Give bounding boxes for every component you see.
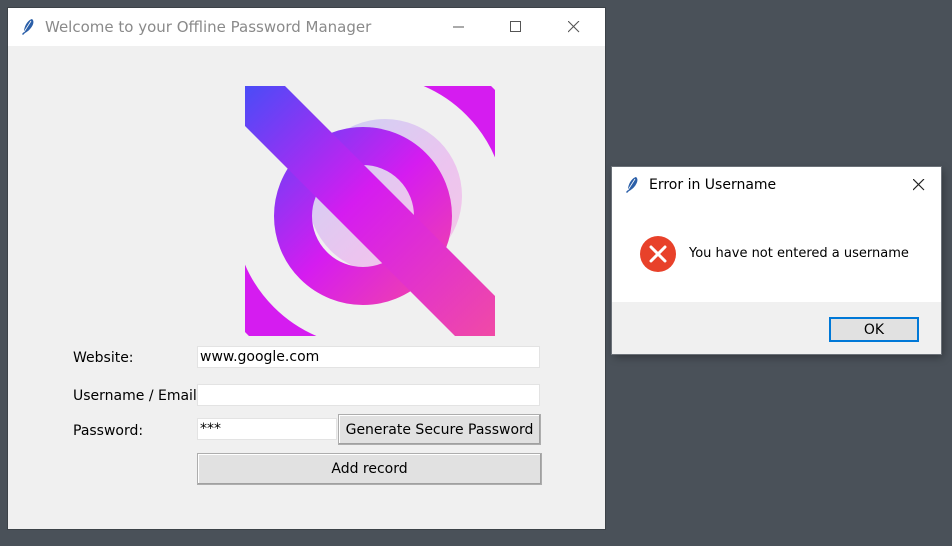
minimize-button[interactable] — [436, 8, 482, 46]
dialog-footer: OK — [612, 302, 941, 354]
website-input[interactable]: www.google.com — [197, 346, 540, 368]
error-icon — [640, 236, 676, 272]
feather-icon — [626, 177, 638, 193]
generate-password-button[interactable]: Generate Secure Password — [338, 414, 541, 445]
main-titlebar[interactable]: Welcome to your Offline Password Manager — [8, 8, 605, 46]
password-input[interactable]: *** — [197, 418, 337, 440]
maximize-icon — [510, 21, 521, 32]
password-label: Password: — [73, 423, 144, 439]
dialog-title: Error in Username — [649, 177, 777, 193]
main-window-title: Welcome to your Offline Password Manager — [45, 18, 372, 36]
username-input[interactable] — [197, 384, 540, 406]
main-window: Welcome to your Offline Password Manager — [8, 8, 605, 529]
close-icon — [913, 179, 925, 191]
feather-icon — [22, 19, 34, 35]
logo-image — [245, 86, 495, 336]
close-button[interactable] — [551, 8, 597, 46]
minimize-icon — [453, 26, 464, 28]
ok-button[interactable]: OK — [829, 317, 919, 342]
dialog-message: You have not entered a username — [689, 246, 909, 261]
error-dialog: Error in Username You have not entered a… — [612, 167, 941, 354]
add-record-button[interactable]: Add record — [197, 453, 542, 485]
maximize-button[interactable] — [493, 8, 539, 46]
dialog-titlebar[interactable]: Error in Username — [612, 167, 941, 203]
dialog-close-button[interactable] — [896, 167, 942, 203]
username-label: Username / Email: — [73, 388, 202, 404]
website-label: Website: — [73, 350, 134, 366]
close-icon — [568, 21, 580, 33]
